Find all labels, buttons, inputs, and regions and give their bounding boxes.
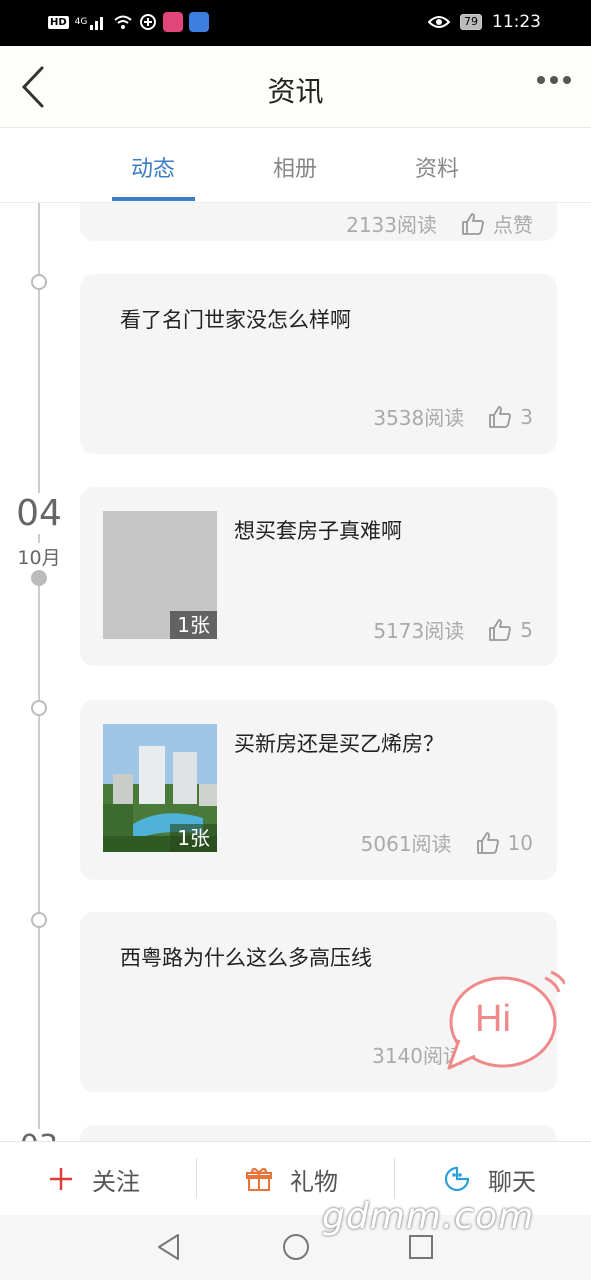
more-dot-icon [537, 76, 545, 84]
post-card-partial[interactable] [80, 1125, 557, 1141]
gift-icon [246, 1167, 272, 1191]
post-meta: 5173阅读 5 [373, 615, 533, 644]
post-meta: 3538阅读 3 [373, 402, 533, 431]
active-tab-indicator [112, 197, 195, 201]
follow-label: 关注 [92, 1167, 140, 1196]
timeline-dot [31, 700, 47, 716]
watermark: gdmm.com [322, 1196, 535, 1237]
tab-profile[interactable]: 资料 [392, 151, 482, 183]
follow-button[interactable]: 关注 [48, 1142, 140, 1216]
more-dot-icon [550, 76, 558, 84]
system-recents-icon[interactable] [408, 1233, 434, 1261]
divider [196, 1158, 197, 1198]
timeline-dot-date [31, 570, 47, 586]
thumbs-up-icon[interactable] [476, 831, 500, 855]
status-right: 79 11:23 [428, 12, 541, 32]
hi-label: Hi [475, 998, 511, 1040]
divider [394, 1158, 395, 1198]
date-month: 10月 [0, 543, 78, 570]
more-options-button[interactable] [537, 76, 571, 84]
eye-comfort-icon [428, 16, 450, 28]
wifi-icon [114, 15, 133, 29]
read-count: 3538阅读 [373, 406, 465, 430]
post-card[interactable]: 看了名门世家没怎么样啊 3538阅读 3 [80, 274, 557, 454]
date-day-partial: 03 [0, 1129, 78, 1141]
like-label: 点赞 [493, 213, 533, 237]
post-card[interactable]: 1张 买新房还是买乙烯房？ 5061阅读 10 [80, 700, 557, 880]
post-text: 西粤路为什么这么多高压线 [120, 946, 372, 970]
app-notification-icon [163, 12, 184, 32]
read-count: 2133阅读 [346, 213, 437, 237]
app-notification-icon-2 [189, 12, 210, 32]
read-count: 5061阅读 [360, 832, 452, 856]
date-day: 04 [0, 493, 78, 534]
like-count: 3 [520, 404, 533, 429]
gift-label: 礼物 [290, 1167, 338, 1196]
photo-count-badge: 1张 [170, 824, 217, 852]
thumbs-up-icon[interactable] [488, 405, 512, 429]
hi-greeting-button[interactable]: Hi [445, 970, 567, 1070]
post-card[interactable]: 1张 想买套房子真难啊 5173阅读 5 [80, 487, 557, 666]
post-text: 买新房还是买乙烯房？ [234, 732, 444, 756]
status-left: HD 4G [48, 12, 210, 32]
tab-bar: 动态 相册 资料 [0, 129, 591, 203]
timeline-dot [31, 912, 47, 928]
post-photo-placeholder[interactable]: 1张 [103, 511, 217, 639]
signal-icon [90, 17, 104, 30]
battery-indicator: 79 [460, 14, 482, 30]
post-card-partial[interactable]: 2133阅读 点赞 [80, 203, 557, 241]
chat-icon [444, 1166, 470, 1192]
page-title: 资讯 [267, 75, 324, 108]
post-meta: 2133阅读 点赞 [346, 209, 533, 238]
post-photo-residential-towers[interactable]: 1张 [103, 724, 217, 852]
plus-icon [50, 1168, 72, 1190]
like-count: 10 [507, 830, 533, 855]
post-text: 看了名门世家没怎么样啊 [120, 308, 351, 332]
post-meta: 5061阅读 10 [361, 828, 533, 857]
chat-label: 聊天 [488, 1167, 536, 1196]
photo-count-badge: 1张 [170, 611, 217, 639]
timeline-dot [31, 274, 47, 290]
thumbs-up-icon[interactable] [461, 212, 485, 236]
top-nav-bar: 资讯 [0, 46, 591, 128]
status-bar: HD 4G 79 11:23 [0, 0, 591, 46]
timeline-line [38, 203, 40, 1141]
read-count: 5173阅读 [373, 619, 465, 643]
thumbs-up-icon[interactable] [488, 618, 512, 642]
hd-badge: HD [48, 15, 69, 29]
system-back-icon[interactable] [156, 1233, 182, 1261]
post-text: 想买套房子真难啊 [234, 519, 402, 543]
more-dot-icon [563, 76, 571, 84]
network-label: 4G [74, 17, 88, 27]
clock: 11:23 [492, 12, 541, 32]
tab-album[interactable]: 相册 [250, 151, 340, 183]
tab-moments[interactable]: 动态 [108, 151, 198, 183]
like-count: 5 [520, 617, 533, 642]
system-home-icon[interactable] [282, 1233, 310, 1261]
data-saver-icon [140, 14, 157, 30]
